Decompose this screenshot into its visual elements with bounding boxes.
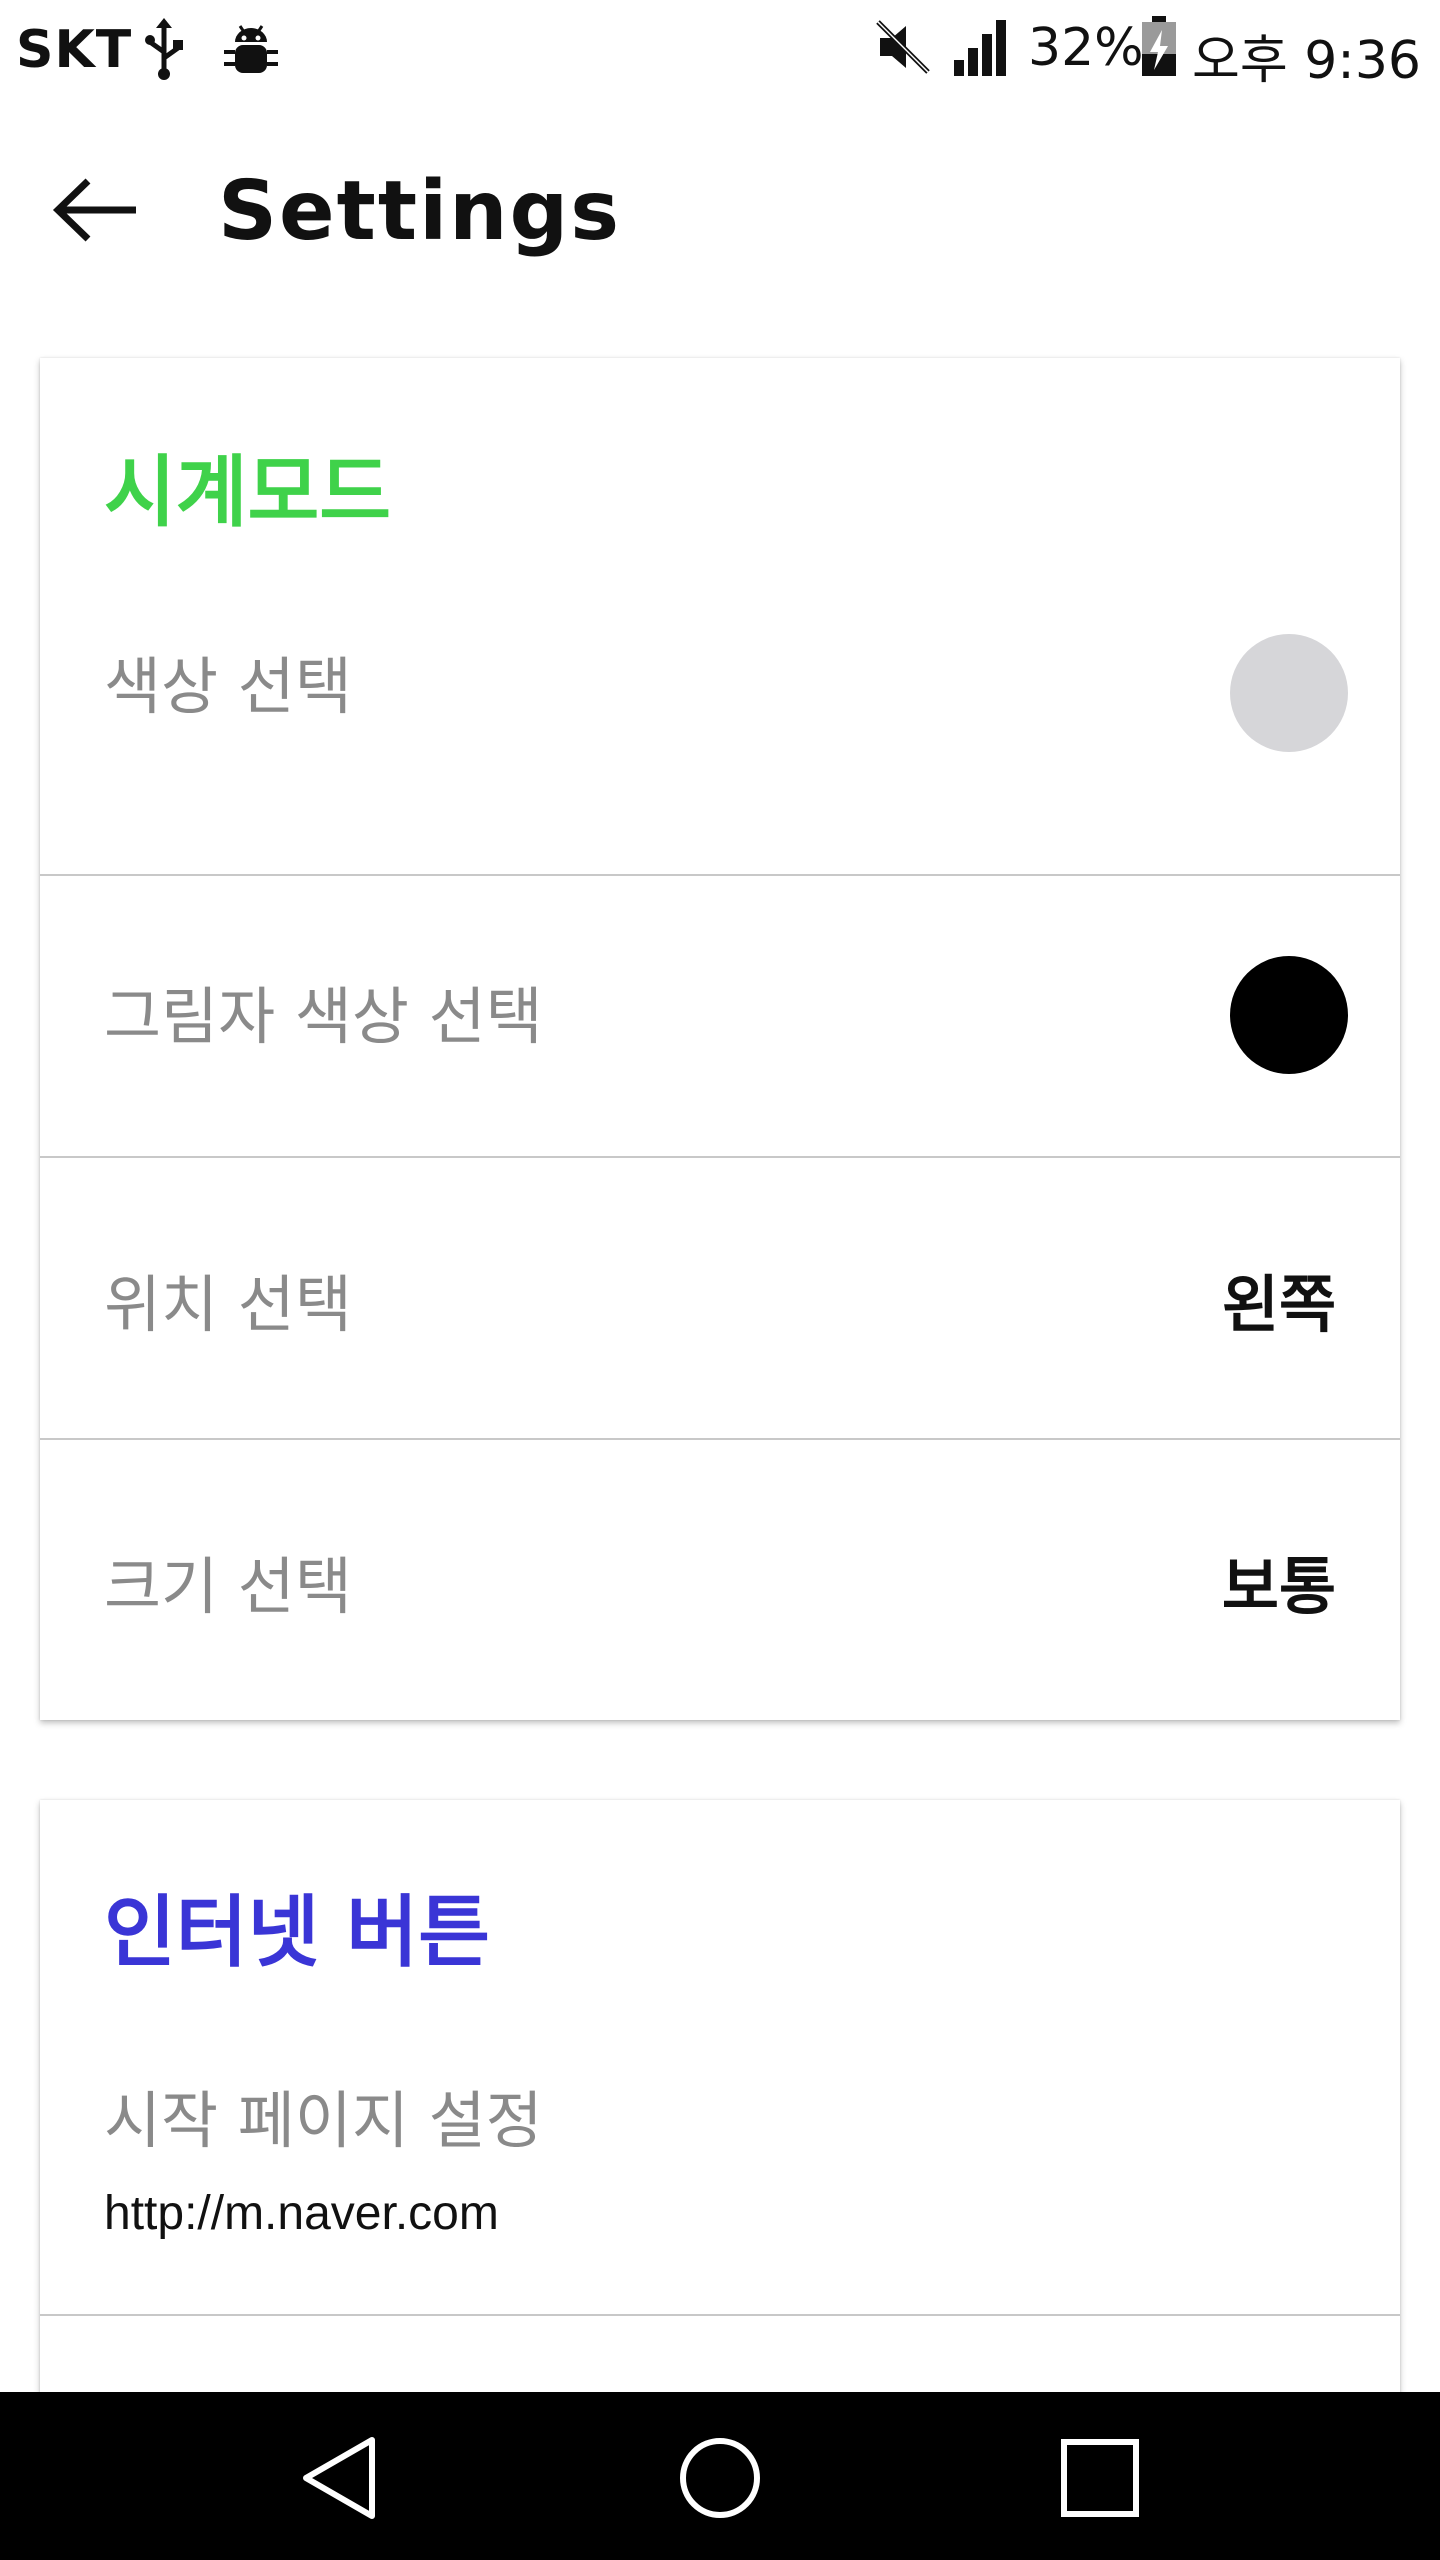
pref-label: 그림자 색상 선택 <box>104 980 543 1053</box>
shadow-color-select-row[interactable]: 그림자 색상 선택 <box>40 874 1400 1156</box>
internet-button-section-title: 인터넷 버튼 <box>104 1888 490 1978</box>
pref-label: 시작 페이지 설정 <box>104 2084 543 2157</box>
back-button[interactable] <box>40 160 150 260</box>
nav-recent-icon[interactable] <box>1050 2428 1150 2528</box>
nav-home-icon[interactable] <box>670 2428 770 2528</box>
shadow-color-swatch <box>1230 956 1348 1074</box>
nav-back-icon[interactable] <box>292 2428 392 2528</box>
signal-icon <box>954 20 1006 76</box>
status-bar: SKT 32% 오후 9:36 <box>0 0 1440 100</box>
size-value: 보통 <box>1221 1550 1336 1623</box>
navigation-bar <box>0 2392 1440 2560</box>
start-page-row[interactable]: 시작 페이지 설정 http://m.naver.com <box>40 1990 1400 2312</box>
clock-mode-card: 시계모드 색상 선택 그림자 색상 선택 위치 선택 왼쪽 크기 선택 보통 <box>40 358 1400 1720</box>
page-title: Settings <box>218 164 622 259</box>
arrow-left-icon <box>52 178 136 242</box>
size-select-row[interactable]: 크기 선택 보통 <box>40 1438 1400 1720</box>
color-swatch <box>1230 634 1348 752</box>
clock-time: 오후 9:36 <box>1192 31 1421 91</box>
position-select-row[interactable]: 위치 선택 왼쪽 <box>40 1156 1400 1438</box>
battery-percent: 32% <box>1028 18 1144 78</box>
pref-label: 크기 선택 <box>104 1550 352 1623</box>
usb-icon <box>145 18 183 80</box>
position-value: 왼쪽 <box>1221 1268 1336 1341</box>
mute-icon <box>876 20 930 74</box>
pref-label: 위치 선택 <box>104 1268 352 1341</box>
battery-charging-icon <box>1142 16 1176 76</box>
carrier-label: SKT <box>16 20 133 80</box>
color-select-row[interactable]: 색상 선택 <box>40 536 1400 832</box>
android-debug-icon <box>224 25 278 73</box>
pref-label: 색상 선택 <box>104 650 352 723</box>
clock-mode-section-title: 시계모드 <box>104 448 392 538</box>
start-page-url: http://m.naver.com <box>104 2187 499 2240</box>
app-bar: Settings <box>0 100 1440 320</box>
